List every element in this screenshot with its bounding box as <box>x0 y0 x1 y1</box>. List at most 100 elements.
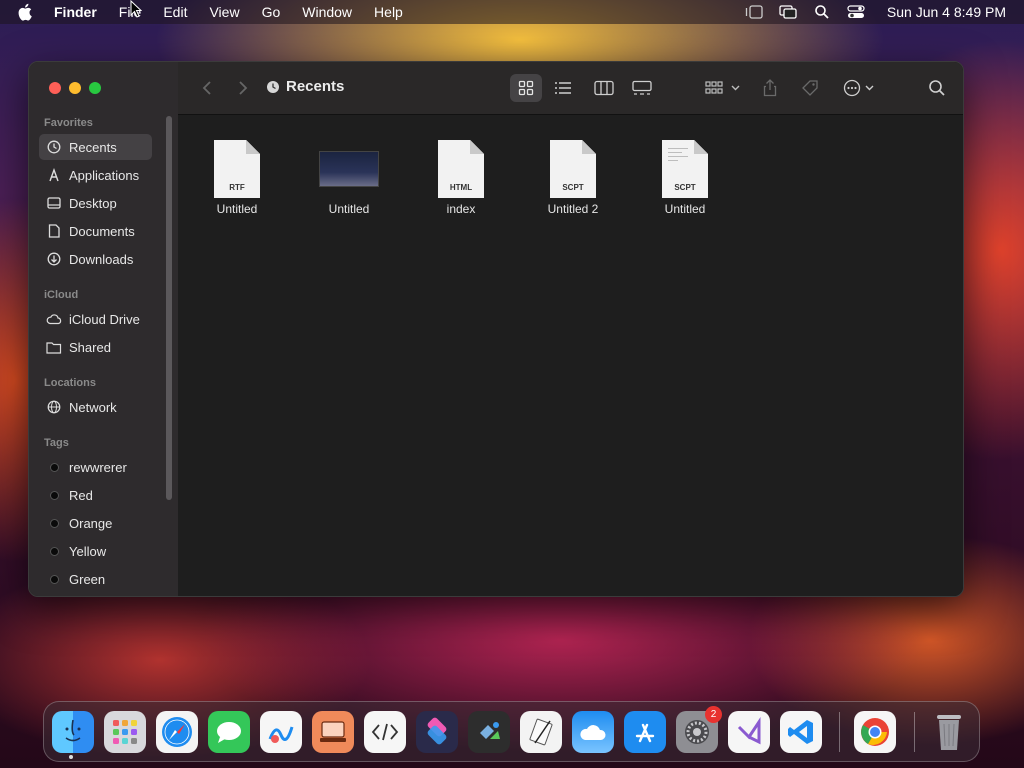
tags-section-label: Tags <box>44 437 69 449</box>
sidebar-item-applications[interactable]: Applications <box>39 162 152 188</box>
notification-badge: 2 <box>705 706 722 723</box>
finder-running-indicator <box>69 755 73 759</box>
sidebar-item-label: Yellow <box>69 543 107 559</box>
html-document-icon: HTML <box>431 138 491 200</box>
messages-app-icon[interactable] <box>208 711 250 753</box>
menu-help[interactable]: Help <box>374 0 403 24</box>
desktop-icon <box>46 195 62 211</box>
cloud-icon <box>46 311 62 327</box>
script-document-icon: SCPT <box>543 138 603 200</box>
script-editor-app-icon[interactable] <box>364 711 406 753</box>
zoom-button[interactable] <box>89 82 101 94</box>
share-icon[interactable] <box>761 76 779 100</box>
menu-go[interactable]: Go <box>262 0 281 24</box>
sidebar-tag-red[interactable]: Red <box>39 482 152 508</box>
file-item[interactable]: Untitled <box>299 138 399 216</box>
sidebar-item-network[interactable]: Network <box>39 394 152 420</box>
sidebar-item-label: Green <box>69 571 106 587</box>
sidebar-item-desktop[interactable]: Desktop <box>39 190 152 216</box>
sidebar-item-label: Recents <box>69 139 117 155</box>
tag-icon[interactable] <box>800 76 820 100</box>
more-actions-icon[interactable] <box>842 76 878 100</box>
sidebar-item-recents[interactable]: Recents <box>39 134 152 160</box>
back-chevron-icon[interactable] <box>198 76 216 100</box>
weather-app-icon[interactable] <box>572 711 614 753</box>
clock-icon <box>46 139 62 155</box>
group-by-icon[interactable] <box>704 76 744 100</box>
tag-dot-icon <box>50 574 59 584</box>
list-view-icon[interactable] <box>554 76 572 100</box>
chrome-app-icon[interactable] <box>854 711 896 753</box>
sidebar-item-label: Network <box>69 399 117 415</box>
icloud-section-label: iCloud <box>44 289 79 301</box>
file-item[interactable]: SCPT Untitled <box>635 138 735 216</box>
icon-view-icon[interactable] <box>517 76 535 100</box>
sidebar-item-label: rewwrerer <box>69 459 127 475</box>
xcode-tools-app-icon[interactable] <box>468 711 510 753</box>
trash-icon[interactable] <box>928 711 970 753</box>
menu-edit[interactable]: Edit <box>163 0 187 24</box>
file-item[interactable]: HTML index <box>411 138 511 216</box>
finder-window: Favorites Recents Applications Desktop D… <box>28 61 964 597</box>
dock-separator <box>914 712 915 752</box>
control-center-icon[interactable] <box>847 4 865 20</box>
sidebar-item-downloads[interactable]: Downloads <box>39 246 152 272</box>
stage-manager-icon[interactable] <box>745 4 763 20</box>
finder-sidebar: Favorites Recents Applications Desktop D… <box>29 62 179 596</box>
sidebar-item-label: iCloud Drive <box>69 311 140 327</box>
mouse-pointer-icon <box>130 0 143 23</box>
menu-window[interactable]: Window <box>302 0 352 24</box>
window-title: Recents <box>266 78 344 95</box>
sidebar-item-label: Desktop <box>69 195 117 211</box>
tag-dot-icon <box>50 462 59 472</box>
script-utility-app-icon[interactable] <box>520 711 562 753</box>
tag-dot-icon <box>50 518 59 528</box>
menu-view[interactable]: View <box>209 0 239 24</box>
gallery-view-icon[interactable] <box>632 76 652 100</box>
sidebar-tag-rewwrerer[interactable]: rewwrerer <box>39 454 152 480</box>
file-name: Untitled <box>328 202 370 216</box>
remote-desktop-app-icon[interactable] <box>312 711 354 753</box>
shortcuts-app-icon[interactable] <box>416 711 458 753</box>
sidebar-item-documents[interactable]: Documents <box>39 218 152 244</box>
script-document-icon: SCPT <box>655 138 715 200</box>
menu-finder[interactable]: Finder <box>54 0 97 24</box>
menu-bar-clock[interactable]: Sun Jun 4 8:49 PM <box>887 4 1006 20</box>
forward-chevron-icon[interactable] <box>234 76 252 100</box>
sidebar-item-label: Applications <box>69 167 140 183</box>
rtf-document-icon: RTF <box>207 138 267 200</box>
sidebar-tag-orange[interactable]: Orange <box>39 510 152 536</box>
download-icon <box>46 251 62 267</box>
file-item[interactable]: SCPT Untitled 2 <box>523 138 623 216</box>
launchpad-app-icon[interactable] <box>104 711 146 753</box>
sidebar-tag-green[interactable]: Green <box>39 566 152 592</box>
sidebar-scrollbar[interactable] <box>166 116 172 500</box>
document-icon <box>46 223 62 239</box>
sidebar-tag-yellow[interactable]: Yellow <box>39 538 152 564</box>
finder-app-icon[interactable] <box>52 711 94 753</box>
search-icon[interactable] <box>928 76 946 100</box>
screenshot-thumbnail-icon <box>319 138 379 200</box>
sidebar-item-label: Shared <box>69 339 111 355</box>
visual-studio-app-icon[interactable] <box>728 711 770 753</box>
spotlight-search-icon[interactable] <box>813 4 831 20</box>
screen-mirroring-icon[interactable] <box>779 4 797 20</box>
safari-app-icon[interactable] <box>156 711 198 753</box>
sidebar-item-shared[interactable]: Shared <box>39 334 152 360</box>
vscode-app-icon[interactable] <box>780 711 822 753</box>
sidebar-item-icloud-drive[interactable]: iCloud Drive <box>39 306 152 332</box>
window-controls <box>49 82 109 94</box>
applications-icon <box>46 167 62 183</box>
file-name: index <box>446 202 476 216</box>
freeform-app-icon[interactable] <box>260 711 302 753</box>
apple-menu-icon[interactable] <box>18 2 38 22</box>
close-button[interactable] <box>49 82 61 94</box>
minimize-button[interactable] <box>69 82 81 94</box>
tag-dot-icon <box>50 546 59 556</box>
column-view-icon[interactable] <box>594 76 614 100</box>
system-settings-app-icon[interactable]: 2 <box>676 706 722 753</box>
app-store-app-icon[interactable] <box>624 711 666 753</box>
file-name: Untitled 2 <box>547 202 599 216</box>
file-item[interactable]: RTF Untitled <box>187 138 287 216</box>
sidebar-item-label: Documents <box>69 223 135 239</box>
